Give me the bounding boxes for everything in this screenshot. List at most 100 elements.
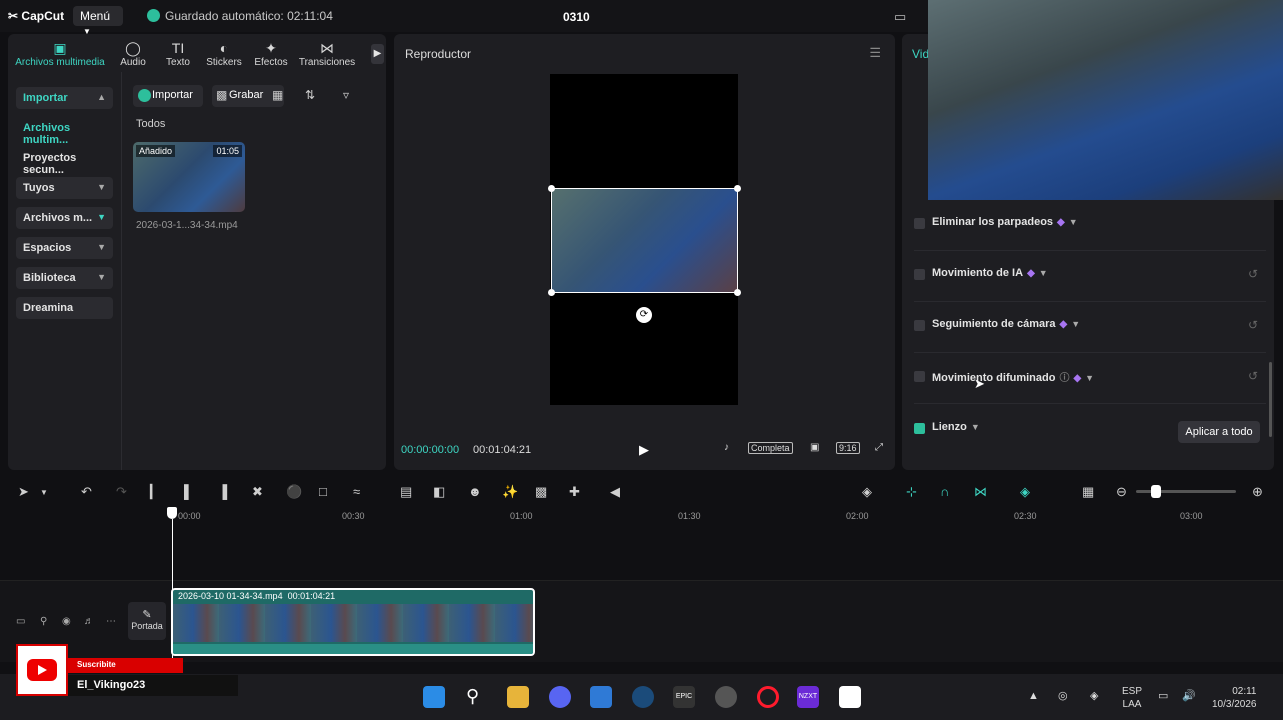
play-icon[interactable]: ▶: [639, 442, 649, 458]
add-media-icon[interactable]: ✚: [569, 484, 580, 500]
checkbox[interactable]: [914, 269, 925, 280]
chevron-up-icon[interactable]: ▲: [1028, 690, 1039, 702]
mirror-icon[interactable]: ◧: [433, 484, 445, 500]
person-icon[interactable]: ☻: [468, 484, 482, 499]
tab-media[interactable]: ▣ Archivos multimedia: [12, 39, 108, 68]
volume-icon[interactable]: 🔊: [1182, 689, 1196, 702]
tab-audio[interactable]: ◯ Audio: [116, 39, 150, 68]
delete-icon[interactable]: ✖: [252, 484, 263, 500]
tab-stickers[interactable]: ◐ Stickers: [204, 39, 244, 68]
option-camera-tracking[interactable]: Seguimiento de cámara ◆ ▼ ↺: [914, 302, 1266, 353]
tab-video[interactable]: Vid: [912, 47, 929, 61]
reset-icon[interactable]: ↺: [1248, 318, 1258, 332]
apply-to-all-button[interactable]: Aplicar a todo: [1178, 421, 1260, 443]
cover-button[interactable]: ✎ Portada: [128, 602, 166, 640]
track-cover-icon[interactable]: ▭: [16, 616, 25, 627]
redo-icon[interactable]: ↷: [116, 484, 127, 500]
lock-icon[interactable]: ⚲: [40, 616, 47, 627]
option-motion-blur[interactable]: Movimiento difuminado ⓘ ◆ ▼ ↺: [914, 353, 1266, 404]
opera-icon[interactable]: [757, 686, 779, 708]
speaker-icon[interactable]: ♬: [84, 616, 94, 627]
snap-icon[interactable]: ⋈: [974, 484, 987, 500]
option-remove-flicker[interactable]: Eliminar los parpadeos ◆ ▼: [914, 200, 1266, 251]
system-clock[interactable]: 02:11 10/3/2026: [1212, 685, 1257, 711]
timeline-clip[interactable]: 2026-03-10 01-34-34.mp4 00:01:04:21: [171, 588, 535, 656]
shield-icon[interactable]: ⚫: [286, 484, 302, 500]
input-language[interactable]: ESP LAA: [1122, 685, 1142, 711]
filter-icon[interactable]: ▿: [343, 88, 349, 102]
chevron-right-icon[interactable]: ▶: [371, 44, 384, 64]
file-explorer-icon[interactable]: [507, 686, 529, 708]
resize-handle[interactable]: [734, 185, 741, 192]
magic-wand-icon[interactable]: ✨: [502, 484, 518, 500]
option-ai-motion[interactable]: Movimiento de IA ◆ ▼ ↺: [914, 251, 1266, 302]
tiktok-icon[interactable]: ♪: [724, 442, 729, 453]
sidebar-item-media-files[interactable]: Archivos multim...: [16, 117, 113, 146]
obs-icon[interactable]: [715, 686, 737, 708]
captions-icon[interactable]: ▤: [400, 484, 412, 500]
full-quality-button[interactable]: Completa: [748, 442, 793, 454]
resize-handle[interactable]: [548, 289, 555, 296]
aspect-ratio-button[interactable]: 9:16: [836, 442, 860, 454]
zoom-in-icon[interactable]: ⊕: [1252, 484, 1263, 500]
focus-icon[interactable]: ▣: [810, 442, 819, 453]
display-icon[interactable]: ▭: [1158, 689, 1168, 702]
sort-icon[interactable]: ⇅: [305, 88, 315, 102]
nzxt-icon[interactable]: NZXT: [797, 686, 819, 708]
fullscreen-icon[interactable]: ⤢: [875, 442, 883, 453]
checkbox[interactable]: [914, 320, 925, 331]
magnet-icon[interactable]: ∩: [940, 484, 949, 499]
hamburger-menu-icon[interactable]: ☰: [869, 45, 881, 61]
select-tool-icon[interactable]: ➤: [18, 484, 29, 500]
more-icon[interactable]: ⋯: [106, 616, 116, 627]
fit-icon[interactable]: ▦: [1082, 484, 1094, 500]
preview-video[interactable]: [548, 185, 741, 296]
layout-icon[interactable]: ▭: [894, 9, 906, 25]
chevron-left-icon[interactable]: ◀: [610, 484, 620, 500]
media-thumbnail[interactable]: Añadido 01:05: [133, 142, 245, 212]
split-icon[interactable]: ▎: [150, 484, 160, 500]
trim-left-icon[interactable]: ▌: [184, 484, 193, 499]
trim-right-icon[interactable]: ▐: [218, 484, 227, 499]
sidebar-item-media-2[interactable]: Archivos m... ▼: [16, 207, 113, 229]
chevron-down-icon[interactable]: ▼: [40, 488, 48, 497]
checkbox[interactable]: [914, 371, 925, 382]
tab-text[interactable]: TI Texto: [160, 39, 196, 68]
reset-icon[interactable]: ↺: [1248, 369, 1258, 383]
checkbox-checked[interactable]: [914, 423, 925, 434]
tab-effects[interactable]: ✦ Efectos: [252, 39, 290, 68]
sidebar-item-yours[interactable]: Tuyos ▼: [16, 177, 113, 199]
preview-axis-icon[interactable]: ◈: [1020, 484, 1030, 500]
sidebar-item-library[interactable]: Biblioteca ▼: [16, 267, 113, 289]
resize-handle[interactable]: [548, 185, 555, 192]
resize-handle[interactable]: [734, 289, 741, 296]
link-icon[interactable]: ⊹: [906, 484, 917, 500]
mic-tray-icon[interactable]: ◈: [1090, 689, 1098, 702]
import-button[interactable]: Importar: [133, 85, 203, 107]
reset-icon[interactable]: ↺: [1248, 267, 1258, 281]
scrollbar[interactable]: [1269, 362, 1272, 437]
hd-icon[interactable]: ▩: [535, 484, 547, 500]
sidebar-item-dreamina[interactable]: Dreamina: [16, 297, 113, 319]
sidebar-item-import[interactable]: Importar ▲: [16, 87, 113, 109]
tab-transitions[interactable]: ⋈ Transiciones: [297, 39, 357, 68]
undo-icon[interactable]: ↶: [81, 484, 92, 500]
speed-icon[interactable]: ≈: [353, 484, 360, 499]
network-icon[interactable]: ◎: [1058, 689, 1068, 702]
rotate-icon[interactable]: ⟳: [636, 307, 652, 323]
zoom-slider-knob[interactable]: [1151, 485, 1161, 498]
checkbox[interactable]: [914, 218, 925, 229]
sidebar-item-spaces[interactable]: Espacios ▼: [16, 237, 113, 259]
steam-icon[interactable]: [632, 686, 654, 708]
zoom-out-icon[interactable]: ⊖: [1116, 484, 1127, 500]
grid-view-icon[interactable]: ▦: [272, 88, 283, 102]
menu-button[interactable]: Menú ▼: [73, 6, 123, 36]
microphone-icon[interactable]: ◈: [862, 484, 872, 500]
eye-icon[interactable]: ◉: [62, 616, 71, 627]
sidebar-item-secondary-projects[interactable]: Proyectos secun...: [16, 147, 113, 176]
playhead[interactable]: [167, 507, 177, 519]
discord-icon[interactable]: [549, 686, 571, 708]
crop-icon[interactable]: □: [319, 484, 327, 499]
epic-games-icon[interactable]: EPIC: [673, 686, 695, 708]
capcut-icon[interactable]: [839, 686, 861, 708]
